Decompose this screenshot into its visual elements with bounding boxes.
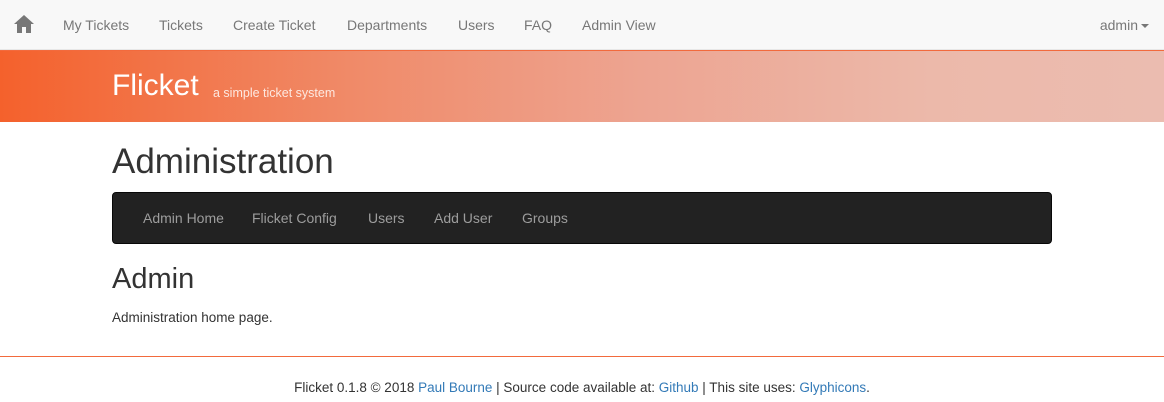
admin-nav-users[interactable]: Users [368, 193, 405, 243]
nav-faq[interactable]: FAQ [524, 0, 552, 50]
nav-users[interactable]: Users [458, 0, 495, 50]
nav-create-ticket[interactable]: Create Ticket [233, 0, 315, 50]
nav-admin-view[interactable]: Admin View [582, 0, 656, 50]
site-banner: Flicket a simple ticket system [0, 50, 1164, 122]
footer-mid-source: | Source code available at: [492, 380, 659, 395]
author-link[interactable]: Paul Bourne [418, 380, 492, 395]
admin-navbar: Admin Home Flicket Config Users Add User… [112, 192, 1052, 244]
home-icon[interactable] [13, 14, 35, 34]
footer-mid-uses: | This site uses: [698, 380, 800, 395]
footer-divider [0, 356, 1164, 357]
github-link[interactable]: Github [659, 380, 699, 395]
top-navbar: My Tickets Tickets Create Ticket Departm… [0, 0, 1164, 50]
admin-nav-home[interactable]: Admin Home [143, 193, 224, 243]
brand-title[interactable]: Flicket [112, 69, 199, 103]
footer-suffix: . [866, 380, 870, 395]
admin-nav-add-user[interactable]: Add User [434, 193, 492, 243]
user-menu-dropdown[interactable]: admin [1100, 0, 1149, 50]
admin-nav-flicket-config[interactable]: Flicket Config [252, 193, 337, 243]
section-text: Administration home page. [112, 310, 273, 325]
user-menu-label: admin [1099, 17, 1138, 33]
page-title: Administration [112, 142, 334, 181]
brand-tagline: a simple ticket system [213, 86, 336, 100]
nav-departments[interactable]: Departments [347, 0, 427, 50]
footer-prefix: Flicket 0.1.8 © 2018 [294, 380, 419, 395]
footer: Flicket 0.1.8 © 2018 Paul Bourne | Sourc… [0, 380, 1164, 395]
nav-tickets[interactable]: Tickets [159, 0, 203, 50]
caret-down-icon [1141, 24, 1149, 29]
section-title: Admin [112, 263, 195, 295]
admin-nav-groups[interactable]: Groups [522, 193, 568, 243]
nav-my-tickets[interactable]: My Tickets [63, 0, 129, 50]
glyphicons-link[interactable]: Glyphicons [799, 380, 866, 395]
